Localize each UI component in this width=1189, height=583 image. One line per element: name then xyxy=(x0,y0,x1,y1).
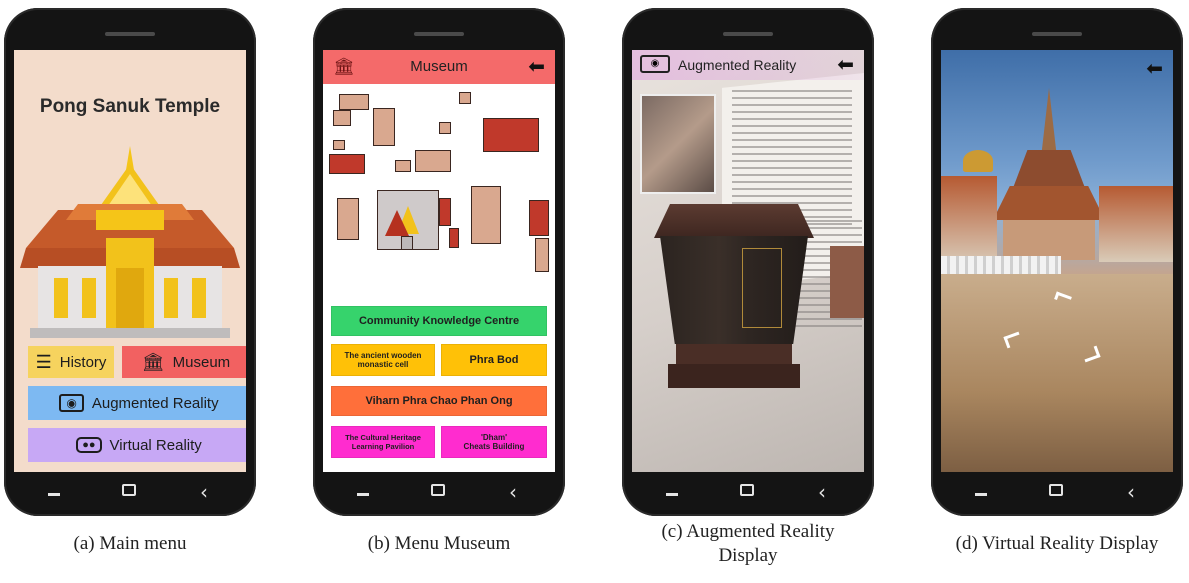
map-building[interactable] xyxy=(415,150,451,172)
temple-pavilion-base xyxy=(1003,220,1095,260)
recent-apps-icon[interactable] xyxy=(666,493,678,496)
map-building[interactable] xyxy=(339,94,369,110)
map-building[interactable] xyxy=(535,238,549,272)
tab-phra-bod[interactable]: Phra Bod xyxy=(441,344,547,376)
speaker-grille xyxy=(723,32,773,36)
main-menu-screen: Pong Sanuk Temple ☰ History 🏛 Museum ◉ A… xyxy=(14,50,246,472)
map-building[interactable] xyxy=(439,198,451,226)
home-icon[interactable] xyxy=(431,484,445,496)
golden-parasol xyxy=(963,150,993,172)
home-icon[interactable] xyxy=(1049,484,1063,496)
ar-camera-icon: ◉ xyxy=(640,55,670,73)
map-building[interactable] xyxy=(471,186,501,244)
back-icon[interactable]: ‹ xyxy=(200,482,208,502)
map-building[interactable] xyxy=(449,228,459,248)
virtual-reality-button[interactable]: ●● Virtual Reality xyxy=(28,428,246,462)
temple-building-right xyxy=(1099,186,1173,262)
system-nav-bar: ‹ xyxy=(941,472,1173,516)
phone-virtual-reality: ⬅ ‹ xyxy=(931,8,1183,516)
back-arrow-icon[interactable]: ⬅ xyxy=(837,52,854,77)
map-building[interactable] xyxy=(329,154,365,174)
speaker-grille xyxy=(105,32,155,36)
temple-illustration xyxy=(20,146,240,338)
home-icon[interactable] xyxy=(122,484,136,496)
tab-dham-cheats-building[interactable]: 'Dham' Cheats Building xyxy=(441,426,547,458)
map-building[interactable] xyxy=(333,140,345,150)
header-title: Augmented Reality xyxy=(678,57,797,73)
recent-apps-icon[interactable] xyxy=(48,493,60,496)
caption-main-menu: (a) Main menu xyxy=(73,533,187,554)
map-building[interactable] xyxy=(401,236,413,250)
virtual-reality-screen[interactable]: ⬅ xyxy=(941,50,1173,472)
system-nav-bar: ‹ xyxy=(323,472,555,516)
augmented-reality-screen: ◉ Augmented Reality ⬅ xyxy=(632,50,864,472)
vr-goggles-icon: ●● xyxy=(76,437,102,453)
museum-label: Museum xyxy=(172,353,231,371)
augmented-reality-button[interactable]: ◉ Augmented Reality xyxy=(28,386,246,420)
ar-object-secondary xyxy=(830,246,864,318)
phone-menu-museum: 🏛 Museum ⬅ Community Knowledge Centre Th… xyxy=(313,8,565,516)
recent-apps-icon[interactable] xyxy=(357,493,369,496)
back-arrow-icon[interactable]: ⬅ xyxy=(1146,56,1163,81)
temple-building-left xyxy=(941,176,997,262)
home-icon[interactable] xyxy=(740,484,754,496)
courtyard-ground xyxy=(941,274,1173,472)
temple-spire xyxy=(1041,88,1057,158)
system-nav-bar: ‹ xyxy=(14,472,246,516)
tab-ancient-wooden-monastic-cell[interactable]: The ancient wooden monastic cell xyxy=(331,344,435,376)
map-building[interactable] xyxy=(373,108,395,146)
temple-roof-lower xyxy=(993,186,1105,220)
museum-header: 🏛 Museum ⬅ xyxy=(323,50,555,84)
map-building[interactable] xyxy=(439,122,451,134)
tab-viharn-phra-chao-phan-ong[interactable]: Viharn Phra Chao Phan Ong xyxy=(331,386,547,416)
tab-cultural-heritage-learning-pavilion[interactable]: The Cultural Heritage Learning Pavilion xyxy=(331,426,435,458)
museum-button[interactable]: 🏛 Museum xyxy=(122,346,246,378)
back-arrow-icon[interactable]: ⬅ xyxy=(528,54,545,79)
header-title: Museum xyxy=(410,58,468,75)
temple-roof-upper xyxy=(1013,150,1085,188)
virtual-reality-label: Virtual Reality xyxy=(109,436,202,454)
app-title: Pong Sanuk Temple xyxy=(39,96,221,117)
museum-map[interactable] xyxy=(323,88,555,288)
museum-icon: 🏛 xyxy=(141,351,165,372)
book-photo xyxy=(640,94,716,194)
back-icon[interactable]: ‹ xyxy=(1127,482,1135,502)
map-building[interactable] xyxy=(395,160,411,172)
caption-menu-museum: (b) Menu Museum xyxy=(367,533,511,554)
back-icon[interactable]: ‹ xyxy=(818,482,826,502)
ar-3d-chest-model[interactable] xyxy=(646,204,822,394)
caption-augmented-reality: (c) Augmented Reality Display xyxy=(661,521,835,566)
museum-menu-screen: 🏛 Museum ⬅ Community Knowledge Centre Th… xyxy=(323,50,555,472)
map-building[interactable] xyxy=(483,118,539,152)
map-building[interactable] xyxy=(333,110,351,126)
white-fence xyxy=(941,256,1061,274)
history-button[interactable]: ☰ History xyxy=(28,346,114,378)
phone-main-menu: Pong Sanuk Temple ☰ History 🏛 Museum ◉ A… xyxy=(4,8,256,516)
speaker-grille xyxy=(1032,32,1082,36)
map-building[interactable] xyxy=(529,200,549,236)
system-nav-bar: ‹ xyxy=(632,472,864,516)
books-icon: ☰ xyxy=(35,351,52,372)
history-label: History xyxy=(59,353,107,371)
tab-community-knowledge-centre[interactable]: Community Knowledge Centre xyxy=(331,306,547,336)
map-building[interactable] xyxy=(337,198,359,240)
caption-virtual-reality: (d) Virtual Reality Display xyxy=(955,533,1159,554)
ar-header: ◉ Augmented Reality ⬅ xyxy=(632,50,864,80)
ar-camera-icon: ◉ xyxy=(59,394,84,412)
augmented-reality-label: Augmented Reality xyxy=(91,394,219,412)
phone-augmented-reality: ◉ Augmented Reality ⬅ ‹ xyxy=(622,8,874,516)
map-building[interactable] xyxy=(459,92,471,104)
recent-apps-icon[interactable] xyxy=(975,493,987,496)
back-icon[interactable]: ‹ xyxy=(509,482,517,502)
speaker-grille xyxy=(414,32,464,36)
